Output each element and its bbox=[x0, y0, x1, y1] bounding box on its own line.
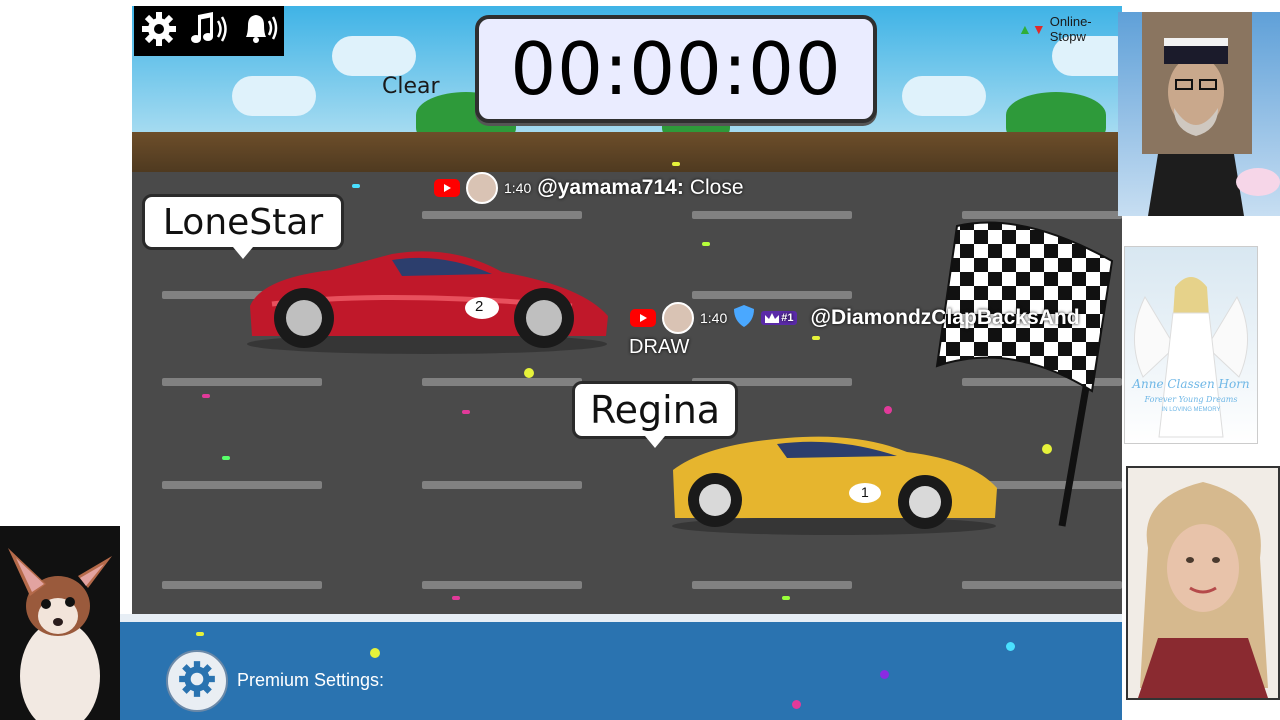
gear-icon bbox=[139, 9, 179, 54]
music-button[interactable] bbox=[184, 6, 234, 56]
race-game-area: Clear 00:00:00 ▲▼ Online-Stopw LoneStar … bbox=[132, 6, 1122, 614]
stopwatch-display: 00:00:00 bbox=[475, 15, 877, 123]
music-icon bbox=[188, 9, 230, 54]
avatar bbox=[466, 172, 498, 204]
premium-settings-label: Premium Settings: bbox=[237, 670, 385, 690]
poster-note: IN LOVING MEMORY bbox=[1161, 407, 1221, 413]
premium-settings-button[interactable] bbox=[166, 650, 228, 712]
avatar bbox=[662, 302, 694, 334]
memorial-poster: Anne Classen Horn Forever Young Dreams I… bbox=[1124, 246, 1258, 444]
dirt-track-edge bbox=[132, 132, 1122, 172]
up-down-arrows-icon: ▲▼ bbox=[1018, 21, 1046, 37]
car-number: 2 bbox=[475, 298, 484, 315]
poster-title: Anne Classen Horn bbox=[1132, 377, 1250, 391]
dog-webcam bbox=[0, 526, 120, 720]
car-number: 1 bbox=[861, 484, 869, 500]
sound-alert-button[interactable] bbox=[234, 6, 284, 56]
racer-name-tag: LoneStar bbox=[142, 194, 344, 259]
site-label: ▲▼ Online-Stopw bbox=[1018, 14, 1092, 44]
left-white-panel bbox=[0, 0, 132, 526]
chat-message: 1:40 @yamama714: Close bbox=[434, 172, 744, 204]
bottom-bar: Premium Settings: bbox=[120, 622, 1122, 720]
crown-badge-icon: #1 bbox=[761, 311, 797, 325]
clear-button[interactable]: Clear bbox=[382, 74, 440, 99]
bell-icon bbox=[238, 9, 280, 54]
checkered-flag-icon bbox=[932, 216, 1122, 541]
guest-webcam bbox=[1126, 466, 1280, 700]
youtube-icon bbox=[434, 179, 460, 197]
settings-button[interactable] bbox=[134, 6, 184, 56]
chat-status: DRAW bbox=[629, 336, 690, 358]
shield-icon bbox=[733, 304, 755, 333]
race-car-2: 2 bbox=[242, 246, 612, 366]
youtube-icon bbox=[630, 309, 656, 327]
chat-message: 1:40 #1 @DiamondzClapBacksAnd bbox=[630, 302, 1080, 334]
gear-icon bbox=[176, 658, 218, 705]
streamer-webcam bbox=[1118, 12, 1280, 216]
poster-subtitle: Forever Young Dreams bbox=[1144, 395, 1238, 404]
